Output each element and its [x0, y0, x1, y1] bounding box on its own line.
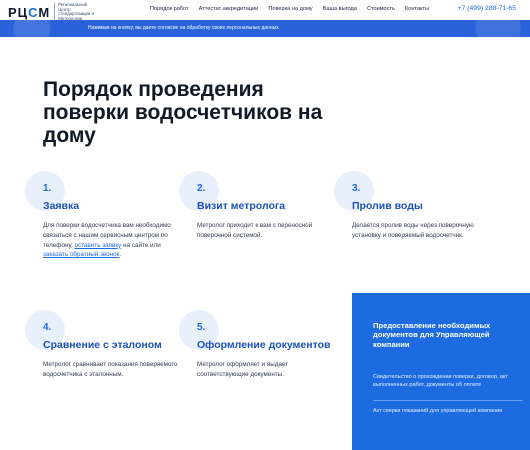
phone-link[interactable]: +7 (499) 288-71-65 — [458, 5, 516, 12]
logo-subtitle: Региональный Центр стандартизации и Метр… — [54, 2, 98, 22]
step-number: 1. — [43, 183, 52, 194]
step-title: Оформление документов — [197, 339, 331, 351]
page-title: Порядок проведения поверки водосчетчиков… — [43, 78, 323, 147]
site-header: РЦСМ Региональный Центр стандартизации и… — [0, 0, 530, 22]
step-title: Пролив воды — [352, 200, 423, 212]
nav-item-accreditation[interactable]: Аттестат аккредитации — [199, 6, 259, 12]
step-description: Метролог приходит к вам с переносной пов… — [197, 222, 313, 239]
step-title: Визит метролога — [197, 200, 286, 212]
step-number: 2. — [197, 183, 206, 194]
logo-wordmark: РЦСМ — [8, 4, 51, 20]
step-4: 4. Сравнение с эталоном Метролог сравнив… — [25, 310, 183, 380]
step-number: 4. — [43, 322, 52, 333]
nav-item-benefits[interactable]: Ваша выгода — [323, 6, 357, 12]
step-1: 1. Заявка Для поверки водосчетчика вам н… — [25, 171, 183, 260]
nav-item-contacts[interactable]: Контакты — [405, 6, 429, 12]
card-item: Свидетельство о прохождении поверки, дог… — [373, 374, 508, 388]
step-title: Сравнение с эталоном — [43, 339, 162, 351]
nav-item-work-order[interactable]: Порядок работ — [150, 6, 189, 12]
callback-link[interactable]: заказать обратный звонок — [43, 251, 119, 258]
main-nav: Порядок работ Аттестат аккредитации Пове… — [150, 6, 429, 12]
step-2: 2. Визит метролога Метролог приходит к в… — [179, 171, 337, 241]
documents-card: Предоставление необходимых документов дл… — [352, 293, 530, 450]
step-number: 5. — [197, 322, 206, 333]
step-number: 3. — [352, 183, 361, 194]
card-title: Предоставление необходимых документов дл… — [373, 321, 491, 349]
consent-text: Нажимая на кнопку, вы даете согласие на … — [88, 25, 279, 31]
nav-item-home-verification[interactable]: Поверка на дому — [268, 6, 312, 12]
logo[interactable]: РЦСМ Региональный Центр стандартизации и… — [8, 2, 98, 22]
step-description: Делается пролив воды через поверочную ус… — [352, 222, 474, 239]
nav-item-price[interactable]: Стоимость — [367, 6, 395, 12]
step-description: Метролог сравнивает показания поверяемог… — [43, 361, 178, 378]
step-description: Метролог оформляет и выдает соответствую… — [197, 361, 289, 378]
step-3: 3. Пролив воды Делается пролив воды чере… — [334, 171, 492, 241]
step-description: Для поверки водосчетчика вам необходимо … — [43, 222, 171, 259]
step-5: 5. Оформление документов Метролог оформл… — [179, 310, 337, 380]
card-divider — [373, 400, 523, 401]
leave-request-link[interactable]: оставить заявку — [74, 242, 121, 249]
consent-banner: Нажимая на кнопку, вы даете согласие на … — [0, 20, 530, 37]
step-title: Заявка — [43, 200, 80, 212]
card-item: Акт сверки показаний для управляющей ком… — [373, 408, 503, 414]
